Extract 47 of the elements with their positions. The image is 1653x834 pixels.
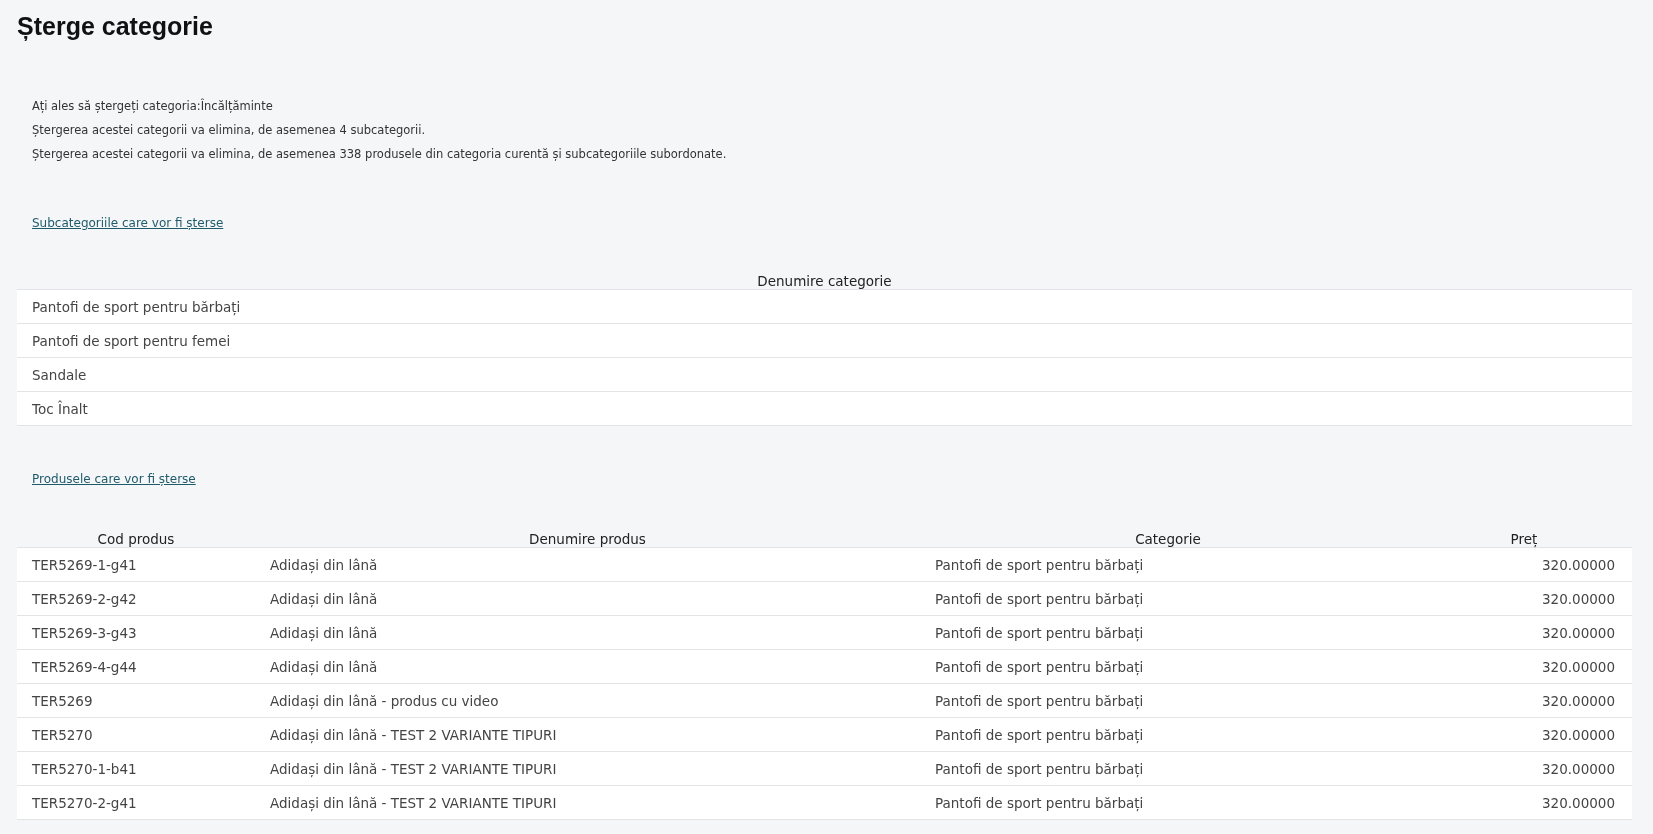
table-cell: Adidași din lână - produs cu video	[255, 683, 920, 718]
table-cell: Pantofi de sport pentru bărbați	[920, 615, 1416, 650]
table-cell: 320.00000	[1416, 751, 1632, 786]
table-cell: Pantofi de sport pentru bărbați	[920, 717, 1416, 752]
page-title: Șterge categorie	[17, 11, 214, 40]
table-cell: Pantofi de sport pentru bărbați	[920, 751, 1416, 786]
table-cell: Adidași din lână	[255, 649, 920, 684]
table-cell: Adidași din lână	[255, 615, 920, 650]
table-cell: Pantofi de sport pentru bărbați	[920, 547, 1416, 582]
column-header: Categorie	[920, 529, 1416, 548]
table-cell: 320.00000	[1416, 683, 1632, 718]
table-cell: Pantofi de sport pentru bărbați	[920, 649, 1416, 684]
table-cell: TER5269-4-g44	[17, 649, 255, 684]
info-text: Ștergerea acestei categorii va elimina, de asemenea 4 subcategorii.	[32, 122, 427, 139]
table-cell: Pantofi de sport pentru femei	[17, 323, 1632, 358]
column-header: Denumire categorie	[17, 271, 1632, 290]
table-cell: 320.00000	[1416, 547, 1632, 582]
table-cell: Adidași din lână - TEST 2 VARIANTE TIPURI	[255, 717, 920, 752]
table-cell: Adidași din lână	[255, 547, 920, 582]
table-cell: Pantofi de sport pentru bărbați	[920, 683, 1416, 718]
table-cell: TER5269-2-g42	[17, 581, 255, 616]
info-text: Ați ales să ștergeți categoria:Încălțăminte	[32, 97, 274, 115]
table-cell: TER5269	[17, 683, 255, 718]
table-cell: Pantofi de sport pentru bărbați	[920, 785, 1416, 820]
table-cell: TER5270-2-g41	[17, 785, 255, 820]
table-cell: Sandale	[17, 357, 1632, 392]
table-cell: Adidași din lână	[255, 581, 920, 616]
column-header: Denumire produs	[255, 529, 920, 548]
table-cell: TER5270	[17, 717, 255, 752]
table-cell: 320.00000	[1416, 581, 1632, 616]
table-cell: 320.00000	[1416, 615, 1632, 650]
table-cell: TER5269-1-g41	[17, 547, 255, 582]
column-header: Cod produs	[17, 529, 255, 548]
table-cell: 320.00000	[1416, 717, 1632, 752]
section-link[interactable]: Subcategoriile care vor fi șterse	[32, 216, 224, 230]
table-cell: Adidași din lână - TEST 2 VARIANTE TIPURI	[255, 751, 920, 786]
table-cell: TER5269-3-g43	[17, 615, 255, 650]
section-link[interactable]: Produsele care vor fi șterse	[32, 472, 196, 486]
table-cell: 320.00000	[1416, 649, 1632, 684]
column-header: Preț	[1416, 529, 1632, 548]
table-cell: Adidași din lână - TEST 2 VARIANTE TIPURI	[255, 785, 920, 820]
table-cell: Toc Înalt	[17, 391, 1632, 426]
table-cell: Pantofi de sport pentru bărbați	[920, 581, 1416, 616]
table-cell: TER5270-1-b41	[17, 751, 255, 786]
table-cell: 320.00000	[1416, 785, 1632, 820]
table-cell: Pantofi de sport pentru bărbați	[17, 289, 1632, 324]
info-text: Ștergerea acestei categorii va elimina, de asemenea 338 produsele din categoria curentă și subcategoriile subordonate.	[32, 146, 728, 163]
